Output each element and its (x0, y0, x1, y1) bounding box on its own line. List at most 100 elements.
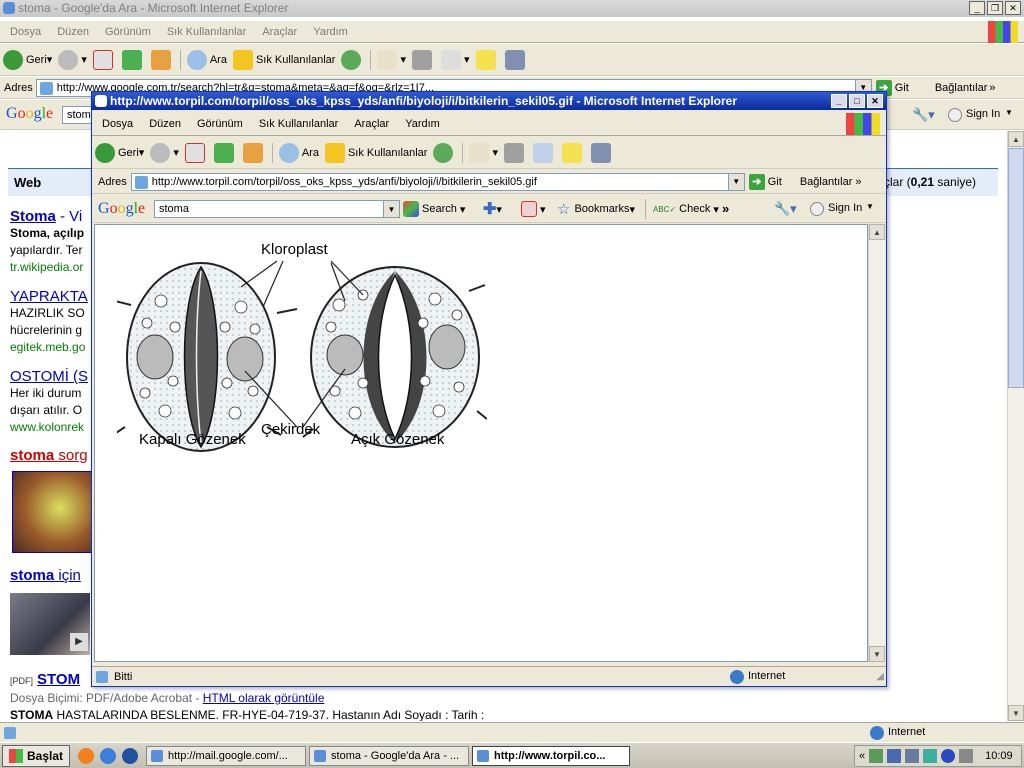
google-search-button[interactable]: Search ▾ (400, 197, 468, 221)
refresh-button[interactable] (119, 48, 148, 72)
menu-favorites[interactable]: Sık Kullanılanlar (251, 118, 347, 130)
address-input[interactable]: http://www.torpil.com/torpil/oss_oks_kps… (130, 172, 729, 191)
start-button[interactable]: Başlat (2, 744, 71, 767)
close-button[interactable]: ✕ (867, 94, 883, 108)
menu-file[interactable]: Dosya (94, 118, 141, 130)
back-button[interactable]: Geri ▾ (0, 48, 55, 72)
menu-file[interactable]: Dosya (2, 26, 49, 38)
restore-button[interactable]: ❐ (987, 1, 1003, 15)
forward-button[interactable]: ▾ (55, 48, 90, 72)
links-label[interactable]: Bağlantılar (935, 82, 988, 94)
image-thumbnail[interactable] (12, 471, 92, 553)
mail-button[interactable]: ▾ (466, 141, 501, 165)
scroll-down-button[interactable]: ▼ (1008, 705, 1024, 721)
scroll-thumb[interactable] (1008, 148, 1024, 388)
wrench-icon[interactable]: 🔧▾ (912, 107, 935, 123)
clock[interactable]: 10:09 (985, 750, 1013, 762)
result-link[interactable]: Stoma (10, 208, 56, 225)
add-button[interactable]: ✚ ▾ (480, 197, 505, 221)
popup-blocker-button[interactable]: ▾ (518, 197, 549, 221)
network-icon[interactable] (905, 749, 920, 763)
bg-title-bar[interactable]: stoma - Google'da Ara - Microsoft Intern… (0, 0, 1024, 17)
pdf-result-link[interactable]: STOM (37, 671, 80, 688)
scroll-up-button[interactable]: ▲ (869, 224, 885, 240)
history-button[interactable] (338, 48, 367, 72)
menu-help[interactable]: Yardım (305, 26, 356, 38)
resize-grip-icon[interactable]: ◢ (876, 671, 884, 682)
video-results-link[interactable]: stoma (10, 567, 54, 584)
minimize-button[interactable]: _ (969, 1, 985, 15)
refresh-button[interactable] (211, 141, 240, 165)
notes-button[interactable] (559, 141, 588, 165)
notes-button[interactable] (473, 48, 502, 72)
tray-icon-4[interactable] (923, 749, 938, 763)
tray-expand-icon[interactable]: « (859, 750, 865, 762)
fg-vertical-scrollbar[interactable]: ▲ ▼ (868, 224, 885, 662)
menu-favorites[interactable]: Sık Kullanılanlar (159, 26, 255, 38)
chevron-right-icon[interactable]: » (855, 176, 861, 188)
forward-button[interactable]: ▾ (147, 141, 182, 165)
html-view-link[interactable]: HTML olarak görüntüle (203, 691, 325, 705)
spell-check-button[interactable]: ABC✓ Check ▾ (650, 197, 722, 221)
mail-button[interactable]: ▾ (374, 48, 409, 72)
print-button[interactable] (409, 48, 438, 72)
media-player-quicklaunch-icon[interactable] (122, 747, 139, 764)
display-icon[interactable] (959, 749, 974, 763)
print-button[interactable] (501, 141, 530, 165)
taskbar-item-gmail[interactable]: http://mail.google.com/... (146, 745, 307, 766)
minimize-button[interactable]: _ (831, 94, 847, 108)
go-button[interactable]: ➔ Git (748, 173, 782, 190)
tab-web[interactable]: Web (14, 175, 41, 190)
favorites-button[interactable]: Sık Kullanılanlar (322, 141, 431, 165)
bookmarks-button[interactable]: ☆ Bookmarks ▾ (554, 197, 638, 221)
menu-edit[interactable]: Düzen (141, 118, 189, 130)
research-button[interactable] (502, 48, 531, 72)
taskbar-item-google-search[interactable]: stoma - Google'da Ara - ... (309, 745, 470, 766)
fg-title-bar[interactable]: http://www.torpil.com/torpil/oss_oks_kps… (92, 92, 886, 110)
google-search-dropdown[interactable]: ▼ (384, 200, 400, 218)
tray-icon-2[interactable] (887, 749, 902, 763)
video-thumbnail[interactable]: ▶ (10, 593, 90, 655)
chevron-right-icon[interactable]: » (722, 201, 729, 216)
tray-icon-1[interactable] (869, 749, 884, 763)
favorites-button[interactable]: Sık Kullanılanlar (230, 48, 339, 72)
image-results-link[interactable]: stoma (10, 447, 54, 464)
google-search-input[interactable]: stoma (154, 200, 384, 218)
tray-icon-5[interactable] (941, 749, 956, 763)
menu-help[interactable]: Yardım (397, 118, 448, 130)
scroll-up-button[interactable]: ▲ (1008, 131, 1024, 147)
result-link[interactable]: YAPRAKTA (10, 288, 88, 305)
address-dropdown[interactable]: ▼ (728, 172, 745, 191)
signin-button[interactable]: Sign In (828, 202, 862, 214)
ie-quicklaunch-icon[interactable] (100, 747, 117, 764)
history-button[interactable] (430, 141, 459, 165)
result-link[interactable]: OSTOMİ (S (10, 368, 88, 385)
menu-view[interactable]: Görünüm (97, 26, 159, 38)
home-button[interactable] (148, 48, 177, 72)
stop-button[interactable] (90, 48, 119, 72)
bg-vertical-scrollbar[interactable]: ▲ ▼ (1007, 131, 1024, 721)
google-search-input[interactable]: stom (62, 106, 92, 124)
search-button[interactable]: Ara (184, 48, 230, 72)
menu-tools[interactable]: Araçlar (346, 118, 397, 130)
taskbar-item-torpil[interactable]: http://www.torpil.co... (472, 745, 631, 766)
menu-edit[interactable]: Düzen (49, 26, 97, 38)
home-button[interactable] (240, 141, 269, 165)
scroll-down-button[interactable]: ▼ (869, 646, 885, 662)
maximize-button[interactable]: □ (849, 94, 865, 108)
stop-button[interactable] (182, 141, 211, 165)
links-label[interactable]: Bağlantılar (800, 176, 853, 188)
menu-view[interactable]: Görünüm (189, 118, 251, 130)
search-button[interactable]: Ara (276, 141, 322, 165)
edit-button[interactable]: ▾ (438, 48, 473, 72)
close-button[interactable]: ✕ (1005, 1, 1021, 15)
chevron-down-icon[interactable]: ▼ (1005, 108, 1013, 117)
chevron-right-icon[interactable]: » (989, 82, 995, 94)
research-button[interactable] (588, 141, 617, 165)
signin-button[interactable]: Sign In (966, 108, 1000, 120)
edit-button[interactable] (530, 141, 559, 165)
menu-tools[interactable]: Araçlar (254, 26, 305, 38)
firefox-quicklaunch-icon[interactable] (78, 747, 95, 764)
chevron-down-icon[interactable]: ▼ (866, 202, 874, 211)
back-button[interactable]: Geri ▾ (92, 141, 147, 165)
